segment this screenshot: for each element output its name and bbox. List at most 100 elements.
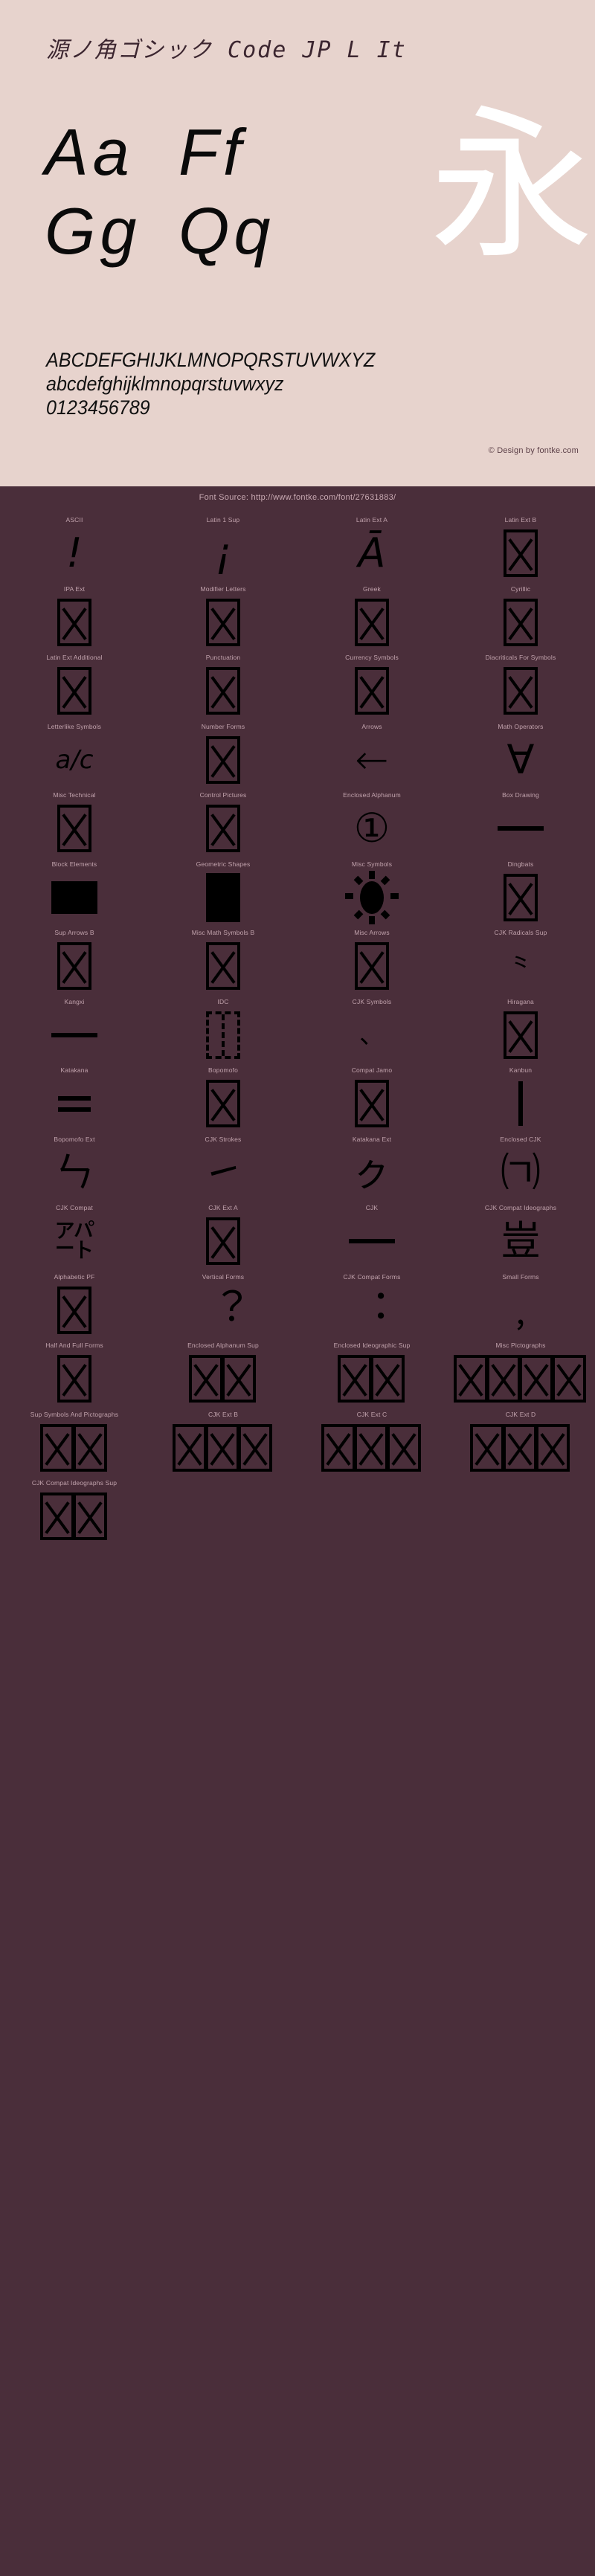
sample-pair-ff: Ff <box>178 115 246 189</box>
notdef-box-icon <box>40 1493 74 1541</box>
unicode-block-cell[interactable]: Block Elements <box>0 857 149 927</box>
unicode-block-cell[interactable]: Latin Ext B <box>446 513 595 582</box>
unicode-block-cell[interactable]: CJK <box>298 1201 446 1270</box>
unicode-block-glyph <box>446 1075 595 1133</box>
notdef-box-icon <box>321 1423 356 1472</box>
unicode-block-cell[interactable]: IPA Ext <box>0 582 149 651</box>
unicode-block-glyph <box>446 800 595 857</box>
unicode-block-cell[interactable]: CJK Radicals Sup ⺀ <box>446 926 595 995</box>
sample-pair-aa: Aa <box>45 115 134 189</box>
sample-pair-qq: Qq <box>178 194 275 268</box>
font-source-bar: Font Source: http://www.fontke.com/font/… <box>0 486 595 509</box>
unicode-block-cell[interactable]: CJK Ext D <box>446 1408 595 1477</box>
notdef-box-icon <box>355 1080 389 1128</box>
unicode-block-cell[interactable]: Katakana <box>0 1063 149 1133</box>
unicode-block-cell[interactable]: Katakana Ext ㇰ <box>298 1133 446 1202</box>
unicode-block-glyph <box>0 938 149 995</box>
unicode-block-cell[interactable]: Number Forms <box>149 720 298 789</box>
unicode-block-label: Vertical Forms <box>202 1272 245 1281</box>
notdef-box-icon <box>504 1011 538 1059</box>
sample-pair-gg: Gg <box>45 194 141 268</box>
unicode-block-cell[interactable]: Greek <box>298 582 446 651</box>
unicode-block-label: CJK Ext D <box>505 1410 536 1418</box>
notdef-box-icon <box>57 598 91 646</box>
unicode-block-cell[interactable]: Enclosed Ideographic Sup <box>298 1339 446 1408</box>
unicode-block-glyph <box>0 663 149 720</box>
unicode-block-cell[interactable]: CJK Ext C <box>298 1408 446 1477</box>
unicode-block-glyph: ① <box>353 805 390 852</box>
unicode-block-label: Block Elements <box>51 860 97 868</box>
unicode-block-cell[interactable]: Enclosed CJK ㈀ <box>446 1133 595 1202</box>
unicode-block-cell[interactable]: Latin 1 Sup ¡ <box>149 513 298 582</box>
unicode-block-glyph <box>446 594 595 651</box>
unicode-block-cell[interactable]: Dingbats <box>446 857 595 927</box>
unicode-block-cell[interactable]: Misc Pictographs <box>446 1339 595 1408</box>
sample-row-2: Gg Qq <box>45 193 312 269</box>
unicode-block-cell[interactable]: Sup Symbols And Pictographs <box>0 1408 149 1477</box>
unicode-block-cell[interactable]: CJK Strokes ㇀ <box>149 1133 298 1202</box>
notdef-box-icon <box>470 1423 504 1472</box>
unicode-block-cell[interactable]: Enclosed Alphanum ① <box>298 788 446 857</box>
unicode-block-cell[interactable]: Diacriticals For Symbols <box>446 651 595 720</box>
unicode-block-label: CJK Ext C <box>356 1410 387 1418</box>
unicode-block-cell[interactable]: Small Forms ﹐ <box>446 1270 595 1339</box>
unicode-block-cell[interactable]: Hiragana <box>446 995 595 1064</box>
unicode-block-cell[interactable]: CJK Symbols 、 <box>298 995 446 1064</box>
unicode-block-label: Geometric Shapes <box>196 860 251 868</box>
unicode-block-label: Cyrillic <box>510 585 531 593</box>
unicode-block-cell[interactable]: Letterlike Symbols a/c <box>0 720 149 789</box>
unicode-block-cell[interactable]: Latin Ext A Ā <box>298 513 446 582</box>
unicode-block-cell[interactable]: Misc Arrows <box>298 926 446 995</box>
unicode-block-cell[interactable]: CJK Compat Ideographs 豈 <box>446 1201 595 1270</box>
unicode-block-cell[interactable]: ASCII! <box>0 513 149 582</box>
unicode-block-cell[interactable]: IDC <box>149 995 298 1064</box>
unicode-block-cell[interactable]: Latin Ext Additional <box>0 651 149 720</box>
unicode-block-cell[interactable]: CJK Ext B <box>149 1408 298 1477</box>
unicode-block-cell[interactable]: Bopomofo <box>149 1063 298 1133</box>
unicode-block-cell[interactable]: CJK Compat ㌀ <box>0 1201 149 1270</box>
unicode-block-label: Math Operators <box>498 722 544 730</box>
unicode-block-cell[interactable]: Alphabetic PF <box>0 1270 149 1339</box>
unicode-block-cell[interactable]: Arrows ← <box>298 720 446 789</box>
unicode-block-cell[interactable]: Modifier Letters <box>149 582 298 651</box>
unicode-block-glyph <box>149 1075 298 1133</box>
unicode-block-label: Kangxi <box>64 997 85 1005</box>
unicode-block-cell[interactable]: Control Pictures <box>149 788 298 857</box>
unicode-block-cell[interactable]: Math Operators ∀ <box>446 720 595 789</box>
unicode-block-cell[interactable]: Sup Arrows B <box>0 926 149 995</box>
unicode-block-glyph <box>149 938 298 995</box>
unicode-block-cell[interactable]: Box Drawing <box>446 788 595 857</box>
unicode-block-label: CJK Compat <box>56 1204 93 1211</box>
unicode-block-cell[interactable]: Kangxi <box>0 995 149 1064</box>
unicode-block-cell[interactable]: CJK Compat Forms ︓ <box>298 1270 446 1339</box>
unicode-block-cell[interactable]: CJK Ext A <box>149 1201 298 1270</box>
unicode-block-label: Katakana Ext <box>352 1135 392 1143</box>
notdef-box-icon <box>73 1493 107 1541</box>
unicode-block-cell[interactable]: Compat Jamo <box>298 1063 446 1133</box>
unicode-block-cell[interactable]: Bopomofo Ext ㄣ <box>0 1133 149 1202</box>
idc-divider <box>222 1014 225 1056</box>
unicode-block-cell[interactable]: Vertical Forms ︖ <box>149 1270 298 1339</box>
unicode-block-glyph <box>149 1350 298 1408</box>
unicode-block-cell[interactable]: Punctuation <box>149 651 298 720</box>
unicode-block-label: Latin Ext B <box>504 516 537 524</box>
unicode-block-cell[interactable]: Misc Technical <box>0 788 149 857</box>
unicode-block-cell[interactable]: CJK Compat Ideographs Sup <box>0 1476 149 1545</box>
lowercase-line: abcdefghijklmnopqrstuvwxyz <box>46 373 284 395</box>
unicode-block-cell[interactable]: Cyrillic <box>446 582 595 651</box>
unicode-block-cell[interactable]: Currency Symbols <box>298 651 446 720</box>
unicode-block-cell[interactable]: Kanbun <box>446 1063 595 1133</box>
notdef-box-icon <box>206 805 240 853</box>
unicode-block-label: CJK <box>365 1204 379 1211</box>
unicode-block-label: Alphabetic PF <box>54 1272 95 1281</box>
unicode-block-cell[interactable]: Misc Math Symbols B <box>149 926 298 995</box>
unicode-block-glyph: 豈 <box>501 1217 541 1265</box>
unicode-block-cell[interactable]: Misc Symbols <box>298 857 446 927</box>
unicode-block-label: CJK Compat Ideographs Sup <box>31 1479 118 1487</box>
unicode-block-label: Greek <box>363 585 381 593</box>
notdef-box-icon <box>504 529 538 578</box>
alphabet-sample: ABCDEFGHIJKLMNOPQRSTUVWXYZ abcdefghijklm… <box>46 348 582 419</box>
unicode-block-cell[interactable]: Half And Full Forms <box>0 1339 149 1408</box>
unicode-block-cell[interactable]: Geometric Shapes <box>149 857 298 927</box>
unicode-block-cell[interactable]: Enclosed Alphanum Sup <box>149 1339 298 1408</box>
